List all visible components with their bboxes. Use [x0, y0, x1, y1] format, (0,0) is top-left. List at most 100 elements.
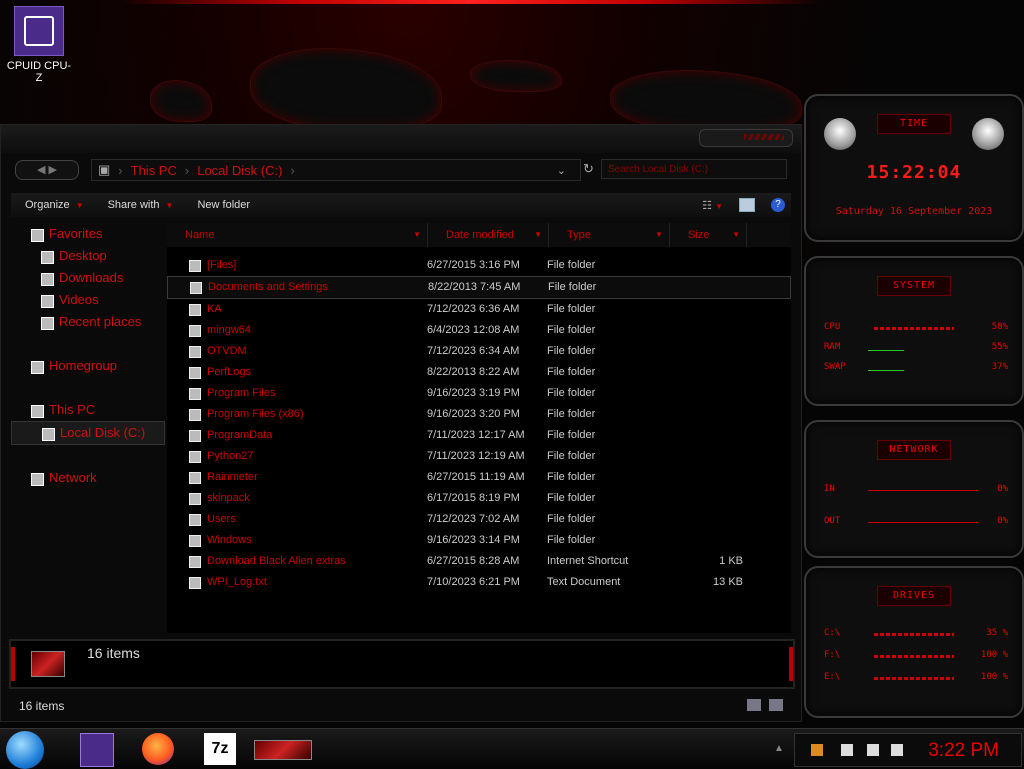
nav-this-pc[interactable]: This PC — [11, 399, 165, 421]
table-row[interactable]: Program Files 9/16/2023 3:19 PM File folde… — [167, 383, 791, 404]
table-row[interactable]: Users 7/12/2023 7:02 AM File folder — [167, 509, 791, 530]
refresh-icon[interactable]: ↻ — [583, 161, 594, 177]
nav-desktop[interactable]: Desktop — [11, 245, 165, 267]
table-row[interactable]: Documents and Settings 8/22/2013 7:45 AM F… — [167, 276, 791, 299]
file-name[interactable]: Download Black Alien extras — [167, 551, 427, 572]
nav-local-disk[interactable]: Local Disk (C:) — [11, 421, 165, 445]
table-row[interactable]: WPI_Log.txt 7/10/2023 6:21 PM Text Documen… — [167, 572, 791, 593]
table-row[interactable]: PerfLogs 8/22/2013 8:22 AM File folder — [167, 362, 791, 383]
file-date: 9/16/2023 3:14 PM — [427, 534, 520, 546]
file-name-label: WPI_Log.txt — [207, 576, 267, 588]
table-row[interactable]: Windows 9/16/2023 3:14 PM File folder — [167, 530, 791, 551]
alien-icon — [972, 118, 1004, 150]
file-date: 7/12/2023 6:36 AM — [427, 303, 520, 315]
file-name[interactable]: Documents and Settings — [168, 277, 428, 298]
network-icon — [31, 473, 44, 486]
table-row[interactable]: skinpack 6/17/2015 8:19 PM File folder — [167, 488, 791, 509]
file-name[interactable]: mingw64 — [167, 320, 427, 341]
chevron-up-icon[interactable]: ▲ — [774, 743, 784, 754]
preview-pane-icon[interactable] — [739, 198, 755, 212]
column-date[interactable]: Date modified ▼ — [428, 223, 549, 247]
file-name[interactable]: KA — [167, 299, 427, 320]
column-name[interactable]: Name ▼ — [167, 223, 428, 247]
7zip-icon[interactable]: 7z — [204, 733, 236, 765]
address-bar[interactable]: ▣ › This PC › Local Disk (C:) › ⌄ — [91, 159, 581, 181]
share-with-button[interactable]: Share with ▼ — [108, 199, 174, 211]
table-row[interactable]: Rainmeter 6/27/2015 11:19 AM File folder — [167, 467, 791, 488]
column-type[interactable]: Type ▼ — [549, 223, 670, 247]
file-name[interactable]: Python27 — [167, 446, 427, 467]
desktop-icon-cpuz[interactable]: CPUID CPU-Z — [4, 6, 74, 84]
flag-icon[interactable] — [841, 744, 853, 756]
nav-label: Recent places — [59, 314, 142, 329]
tray-app-icon[interactable] — [811, 744, 823, 756]
chevron-down-icon: ▼ — [165, 201, 174, 210]
file-name[interactable]: Windows — [167, 530, 427, 551]
window-controls[interactable] — [699, 129, 793, 147]
nav-favorites[interactable]: Favorites — [11, 223, 165, 245]
file-name[interactable]: skinpack — [167, 488, 427, 509]
table-row[interactable]: Python27 7/11/2023 12:19 AM File folder — [167, 446, 791, 467]
file-name[interactable]: Program Files — [167, 383, 427, 404]
table-row[interactable]: KA 7/12/2023 6:36 AM File folder — [167, 299, 791, 320]
file-name[interactable]: Program Files (x86) — [167, 404, 427, 425]
file-name-label: Windows — [207, 534, 252, 546]
search-input[interactable]: Search Local Disk (C:) — [601, 159, 787, 179]
chevron-down-icon: ▼ — [732, 230, 740, 239]
swap-row: SWAP 37% — [824, 362, 1008, 376]
nav-videos[interactable]: Videos — [11, 289, 165, 311]
wallpaper-map — [150, 80, 212, 122]
table-row[interactable]: Download Black Alien extras 6/27/2015 8:2… — [167, 551, 791, 572]
volume-icon[interactable] — [891, 744, 903, 756]
table-row[interactable]: OTVDM 7/12/2023 6:34 AM File folder — [167, 341, 791, 362]
column-label: Date modified — [446, 229, 514, 241]
table-row[interactable]: Program Files (x86) 9/16/2023 3:20 PM File… — [167, 404, 791, 425]
details-view-icon[interactable] — [747, 699, 761, 711]
nav-downloads[interactable]: Downloads — [11, 267, 165, 289]
file-name[interactable]: PerfLogs — [167, 362, 427, 383]
nav-label: Videos — [59, 292, 99, 307]
drive-icon — [31, 651, 65, 677]
row-label: F:\ — [824, 650, 841, 660]
organize-button[interactable]: Organize ▼ — [25, 199, 84, 211]
large-icons-view-icon[interactable] — [769, 699, 783, 711]
breadcrumb-this-pc[interactable]: This PC — [131, 163, 177, 178]
taskbar-clock[interactable]: 3:22 PM — [928, 740, 999, 762]
file-name-label: KA — [207, 303, 222, 315]
view-options-icon[interactable]: ☷ ▼ — [702, 199, 723, 212]
file-name[interactable]: Users — [167, 509, 427, 530]
file-size — [667, 383, 743, 404]
network-icon[interactable] — [867, 744, 879, 756]
desktop-icon — [41, 251, 54, 264]
column-size[interactable]: Size ▼ — [670, 223, 747, 247]
file-rows: [Files] 6/27/2015 3:16 PM File folder Docum… — [167, 255, 791, 593]
file-name[interactable]: OTVDM — [167, 341, 427, 362]
file-name-label: mingw64 — [207, 324, 252, 336]
file-size: 13 KB — [713, 576, 743, 588]
chevron-down-icon[interactable]: ⌄ — [557, 164, 566, 177]
file-name[interactable]: WPI_Log.txt — [167, 572, 427, 593]
table-row[interactable]: mingw64 6/4/2023 12:08 AM File folder — [167, 320, 791, 341]
nav-homegroup[interactable]: Homegroup — [11, 355, 165, 377]
file-type: File folder — [547, 387, 596, 399]
firefox-icon[interactable] — [142, 733, 174, 765]
file-name[interactable]: ProgramData — [167, 425, 427, 446]
file-type: File folder — [547, 408, 596, 420]
explorer-taskbar-icon[interactable] — [254, 740, 312, 760]
cpuz-taskbar-icon[interactable] — [80, 733, 114, 767]
file-size — [667, 509, 743, 530]
new-folder-button[interactable]: New folder — [197, 199, 250, 211]
table-row[interactable]: ProgramData 7/11/2023 12:17 AM File folder — [167, 425, 791, 446]
file-name[interactable]: Rainmeter — [167, 467, 427, 488]
breadcrumb-local-disk[interactable]: Local Disk (C:) — [197, 163, 282, 178]
help-icon[interactable]: ? — [771, 198, 785, 212]
folder-icon — [189, 472, 201, 484]
file-size — [667, 299, 743, 320]
table-row[interactable]: [Files] 6/27/2015 3:16 PM File folder — [167, 255, 791, 276]
start-button[interactable] — [6, 731, 44, 769]
nav-network[interactable]: Network — [11, 467, 165, 489]
nav-recent-places[interactable]: Recent places — [11, 311, 165, 333]
net-in-graph — [868, 490, 978, 491]
file-name[interactable]: [Files] — [167, 255, 427, 276]
back-forward-buttons[interactable]: ◀ ▶ — [15, 160, 79, 180]
